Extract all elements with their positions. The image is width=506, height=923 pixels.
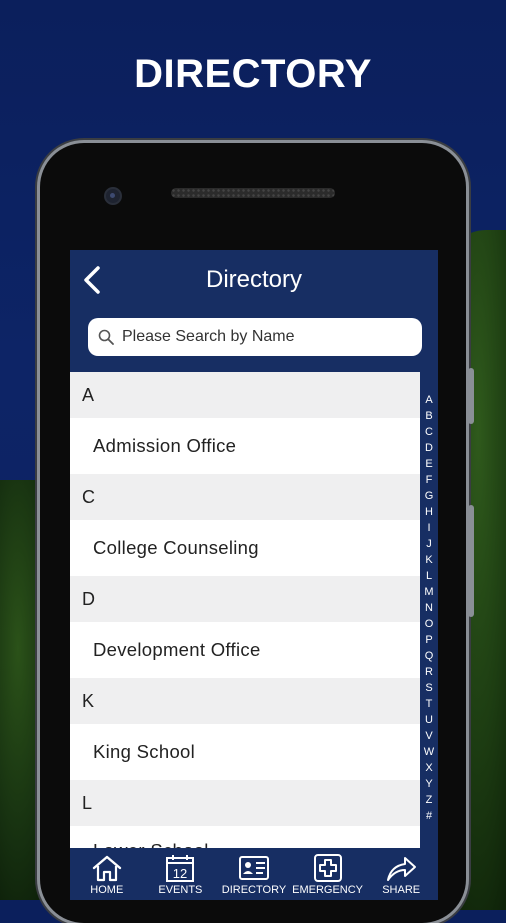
search-bar[interactable] bbox=[88, 318, 422, 356]
tab-label-emergency: EMERGENCY bbox=[292, 884, 364, 896]
tab-label-share: SHARE bbox=[382, 884, 421, 896]
list-item[interactable]: Development Office bbox=[70, 622, 420, 678]
tab-directory[interactable]: DIRECTORY bbox=[217, 848, 291, 900]
page-title: Directory bbox=[205, 266, 302, 293]
share-arrow-icon bbox=[387, 857, 417, 881]
section-header-k: K bbox=[70, 678, 420, 724]
power-button bbox=[468, 368, 474, 424]
index-letter[interactable]: P bbox=[420, 632, 438, 648]
index-letter[interactable]: O bbox=[420, 616, 438, 632]
index-letter[interactable]: G bbox=[420, 488, 438, 504]
index-letter[interactable]: U bbox=[420, 712, 438, 728]
index-letter[interactable]: Y bbox=[420, 776, 438, 792]
index-letter[interactable]: # bbox=[420, 808, 438, 824]
app-header: Directory bbox=[70, 250, 438, 372]
alphabet-index[interactable]: A B C D E F G H I J K L M N O P Q R S T … bbox=[420, 372, 438, 848]
contact-card-icon bbox=[238, 856, 269, 880]
index-letter[interactable]: B bbox=[420, 408, 438, 424]
directory-list[interactable]: A Admission Office C College Counseling … bbox=[70, 372, 420, 858]
promo-headline: DIRECTORY bbox=[134, 52, 372, 96]
index-letter[interactable]: A bbox=[420, 392, 438, 408]
index-letter[interactable]: Z bbox=[420, 792, 438, 808]
tab-emergency[interactable]: EMERGENCY bbox=[291, 848, 365, 900]
volume-button bbox=[468, 505, 474, 617]
home-icon bbox=[92, 855, 121, 882]
section-header-c: C bbox=[70, 474, 420, 520]
index-letter[interactable]: L bbox=[420, 568, 438, 584]
section-header-d: D bbox=[70, 576, 420, 622]
index-letter[interactable]: J bbox=[420, 536, 438, 552]
search-icon bbox=[98, 329, 114, 345]
tab-label-directory: DIRECTORY bbox=[221, 884, 287, 896]
bottom-tab-bar: HOME 12 EVENTS DIRECTORY EMERGENCY SHARE bbox=[70, 848, 438, 900]
tab-home[interactable]: HOME bbox=[70, 848, 144, 900]
calendar-icon: 12 bbox=[166, 855, 195, 882]
index-letter[interactable]: V bbox=[420, 728, 438, 744]
search-input[interactable] bbox=[120, 327, 404, 347]
index-letter[interactable]: E bbox=[420, 456, 438, 472]
list-item[interactable]: College Counseling bbox=[70, 520, 420, 576]
section-header-l: L bbox=[70, 780, 420, 826]
tab-label-events: EVENTS bbox=[158, 884, 203, 896]
tab-share[interactable]: SHARE bbox=[364, 848, 438, 900]
index-letter[interactable]: I bbox=[420, 520, 438, 536]
index-letter[interactable]: F bbox=[420, 472, 438, 488]
index-letter[interactable]: W bbox=[420, 744, 438, 760]
index-letter[interactable]: H bbox=[420, 504, 438, 520]
earpiece-speaker bbox=[171, 188, 335, 198]
medical-cross-icon bbox=[313, 854, 342, 882]
list-item[interactable]: Admission Office bbox=[70, 418, 420, 474]
app-screen: Directory A Admission Office C College C… bbox=[70, 250, 438, 900]
index-letter[interactable]: N bbox=[420, 600, 438, 616]
index-letter[interactable]: K bbox=[420, 552, 438, 568]
index-letter[interactable]: M bbox=[420, 584, 438, 600]
list-item[interactable]: King School bbox=[70, 724, 420, 780]
tab-events[interactable]: 12 EVENTS bbox=[144, 848, 218, 900]
calendar-icon-number: 12 bbox=[173, 866, 187, 881]
index-letter[interactable]: T bbox=[420, 696, 438, 712]
index-letter[interactable]: C bbox=[420, 424, 438, 440]
index-letter[interactable]: S bbox=[420, 680, 438, 696]
index-letter[interactable]: R bbox=[420, 664, 438, 680]
section-header-a: A bbox=[70, 372, 420, 418]
index-letter[interactable]: Q bbox=[420, 648, 438, 664]
front-camera bbox=[104, 187, 122, 205]
index-letter[interactable]: X bbox=[420, 760, 438, 776]
index-letter[interactable]: D bbox=[420, 440, 438, 456]
tab-label-home: HOME bbox=[90, 884, 124, 896]
